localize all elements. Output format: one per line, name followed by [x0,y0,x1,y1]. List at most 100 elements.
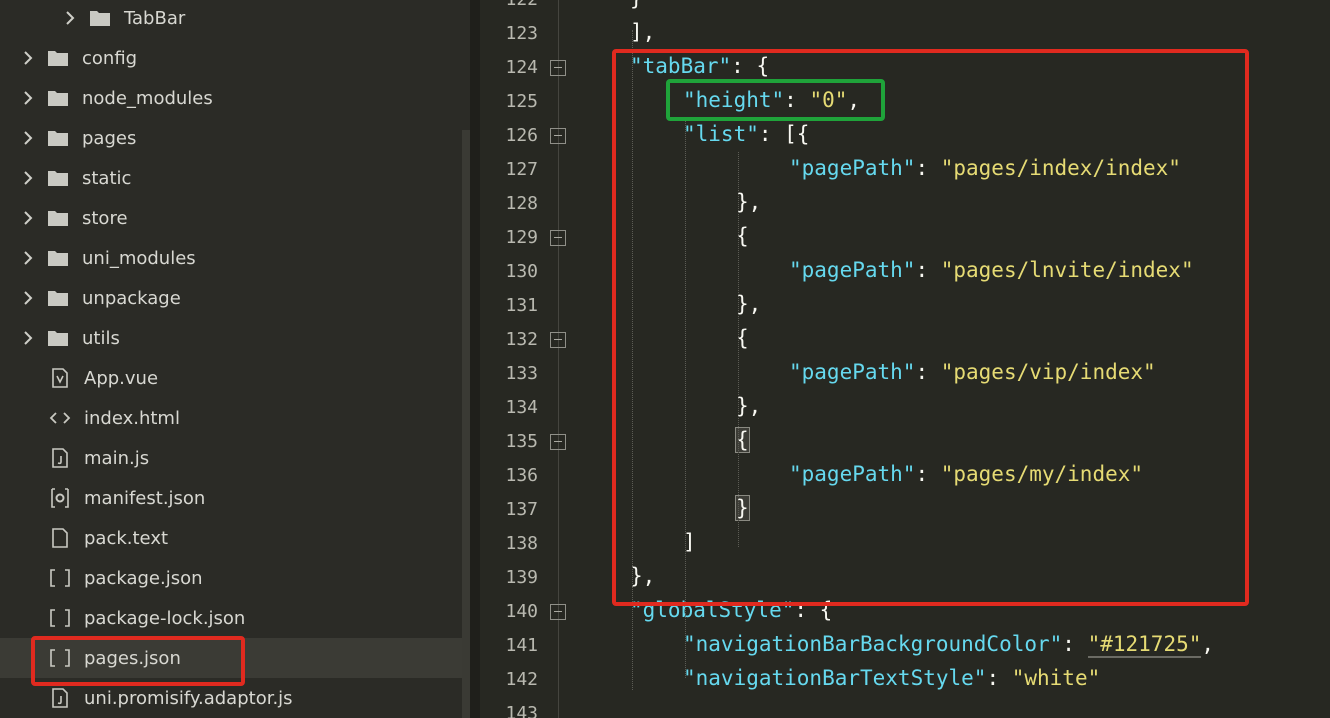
line-number: 129 [505,227,538,248]
file-name-label: pages [82,127,137,149]
folder-icon [46,87,70,109]
line-number: 138 [505,533,538,554]
line-number: 130 [505,261,538,282]
file-tree-item-pages[interactable]: pages [0,118,470,158]
line-number: 137 [505,499,538,520]
file-name-label: uni.promisify.adaptor.js [84,687,293,709]
file-tree-item-app-vue[interactable]: App.vue [0,358,470,398]
line-number: 143 [505,703,538,718]
chevron-right-icon[interactable] [18,328,38,348]
chevron-right-icon[interactable] [18,88,38,108]
file-name-label: utils [82,327,120,349]
line-number: 142 [505,669,538,690]
selected-file-highlight [31,636,245,686]
code-line-122[interactable]: 122} [480,0,1330,18]
file-name-label: uni_modules [82,247,196,269]
folder-icon [46,247,70,269]
line-number: 133 [505,363,538,384]
file-tree-item-utils[interactable]: utils [0,318,470,358]
folder-icon [88,7,112,29]
file-name-label: config [82,47,138,69]
file-name-label: package-lock.json [84,607,246,629]
file-name-label: node_modules [82,87,213,109]
fold-toggle-icon[interactable] [550,332,566,348]
line-number: 122 [480,0,538,10]
line-number: 135 [505,431,538,452]
file-tree-item-pack-text[interactable]: pack.text [0,518,470,558]
line-number: 126 [505,125,538,146]
html-file-icon [48,407,72,429]
file-tree-item-config[interactable]: config [0,38,470,78]
sidebar-scrollbar[interactable] [462,130,470,718]
code-line-141[interactable]: 141 "navigationBarBackgroundColor": "#121… [480,630,1330,664]
chevron-right-icon[interactable] [18,288,38,308]
file-tree-item-package-lock-json[interactable]: package-lock.json [0,598,470,638]
code-text: ], [630,20,656,44]
file-name-label: TabBar [124,7,186,29]
file-name-label: static [82,167,132,189]
line-number: 139 [505,567,538,588]
vue-file-icon [48,367,72,389]
folder-icon [46,207,70,229]
line-number: 125 [505,91,538,112]
file-name-label: index.html [84,407,180,429]
file-name-label: manifest.json [84,487,206,509]
code-line-142[interactable]: 142 "navigationBarTextStyle": "white" [480,664,1330,698]
file-tree-item-static[interactable]: static [0,158,470,198]
fold-toggle-icon[interactable] [550,60,566,76]
file-tree-item-index-html[interactable]: index.html [0,398,470,438]
file-tree-item-tabbar[interactable]: TabBar [0,0,470,38]
file-name-label: store [82,207,128,229]
folder-icon [46,47,70,69]
line-number: 134 [505,397,538,418]
line-number: 123 [505,23,538,44]
chevron-right-icon[interactable] [18,48,38,68]
fold-toggle-icon[interactable] [550,230,566,246]
json-file-icon [48,607,72,629]
file-tree-item-uni-modules[interactable]: uni_modules [0,238,470,278]
file-name-label: package.json [84,567,203,589]
file-name-label: unpackage [82,287,181,309]
json-file-icon [48,567,72,589]
file-tree-item-unpackage[interactable]: unpackage [0,278,470,318]
code-line-143[interactable]: 143 [480,698,1330,718]
line-number: 132 [505,329,538,350]
file-name-label: main.js [84,447,150,469]
code-text: } [630,0,643,10]
chevron-right-icon[interactable] [18,128,38,148]
file-name-label: App.vue [84,367,159,389]
file-name-label: pack.text [84,527,169,549]
code-line-123[interactable]: 123], [480,18,1330,52]
line-number: 124 [505,57,538,78]
js-file-icon [48,687,72,709]
fold-toggle-icon[interactable] [550,128,566,144]
file-tree-item-node-modules[interactable]: node_modules [0,78,470,118]
line-number: 140 [505,601,538,622]
height-property-highlight [666,79,885,121]
fold-toggle-icon[interactable] [550,604,566,620]
folder-icon [46,327,70,349]
code-text: "navigationBarBackgroundColor": "#121725… [683,632,1215,658]
code-text: "navigationBarTextStyle": "white" [683,666,1101,690]
folder-icon [46,287,70,309]
line-number: 128 [505,193,538,214]
chevron-right-icon[interactable] [60,8,80,28]
file-tree-item-manifest-json[interactable]: manifest.json [0,478,470,518]
file-tree-item-main-js[interactable]: main.js [0,438,470,478]
line-number: 131 [505,295,538,316]
fold-toggle-icon[interactable] [550,434,566,450]
line-number: 141 [505,635,538,656]
line-number: 136 [505,465,538,486]
tabbar-block-highlight [612,49,1249,606]
folder-icon [46,127,70,149]
file-explorer: TabBar config node_modulespages static store… [0,0,470,718]
settings-file-icon [48,487,72,509]
file-tree-item-package-json[interactable]: package.json [0,558,470,598]
line-number: 127 [505,159,538,180]
chevron-right-icon[interactable] [18,208,38,228]
chevron-right-icon[interactable] [18,168,38,188]
file-tree-item-store[interactable]: store [0,198,470,238]
js-file-icon [48,447,72,469]
chevron-right-icon[interactable] [18,248,38,268]
pane-divider[interactable] [470,0,480,718]
